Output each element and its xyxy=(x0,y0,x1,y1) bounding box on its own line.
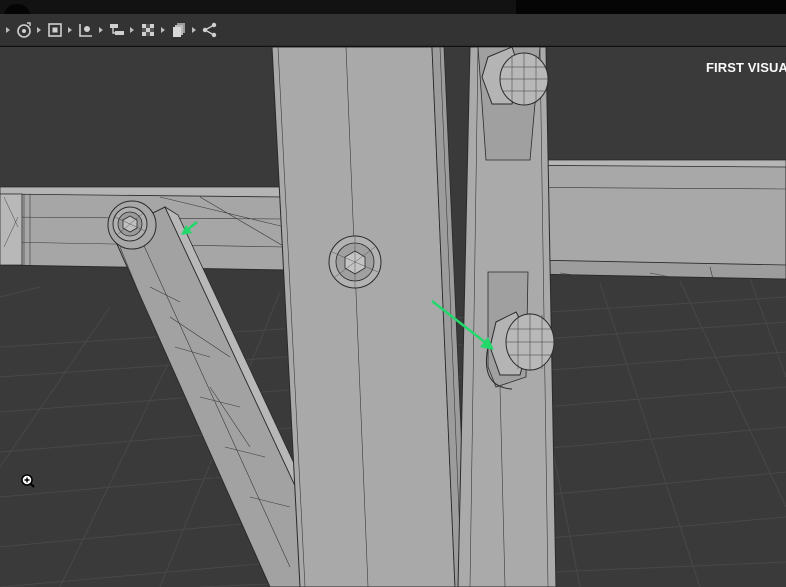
viewport-toolbar xyxy=(0,14,786,46)
chevron-right-icon xyxy=(99,26,103,33)
chevron-right-icon xyxy=(68,26,72,33)
top-window-strip xyxy=(0,0,786,18)
chevron-right-icon xyxy=(6,26,10,33)
layers-icon[interactable] xyxy=(170,21,188,39)
toolbar-item-lighting[interactable] xyxy=(68,21,95,39)
3d-viewport[interactable]: FIRST VISUAL xyxy=(0,47,786,587)
hierarchy-icon[interactable] xyxy=(108,21,126,39)
chevron-right-icon xyxy=(130,26,134,33)
center-bolt xyxy=(328,235,382,289)
top-right-dark-area xyxy=(516,0,786,14)
central-vertical-post xyxy=(271,47,469,587)
toolbar-item-share[interactable] xyxy=(192,21,219,39)
toolbar-item-hierarchy[interactable] xyxy=(99,21,126,39)
chevron-right-icon xyxy=(37,26,41,33)
toolbar-item-camera[interactable] xyxy=(6,21,33,39)
frame-selection-icon[interactable] xyxy=(46,21,64,39)
lighting-icon[interactable] xyxy=(77,21,95,39)
toolbar-item-shading[interactable] xyxy=(130,21,157,39)
zoom-cursor-icon xyxy=(20,473,36,489)
toolbar-item-layers[interactable] xyxy=(161,21,188,39)
chevron-right-icon xyxy=(192,26,196,33)
shading-checker-icon[interactable] xyxy=(139,21,157,39)
toolbar-item-frame[interactable] xyxy=(37,21,64,39)
camera-icon[interactable] xyxy=(15,21,33,39)
pivot-bolt-left xyxy=(112,206,148,242)
chevron-right-icon xyxy=(161,26,165,33)
viewport-scene xyxy=(0,47,786,587)
share-icon[interactable] xyxy=(201,21,219,39)
viewport-overlay-label: FIRST VISUAL xyxy=(706,60,786,75)
